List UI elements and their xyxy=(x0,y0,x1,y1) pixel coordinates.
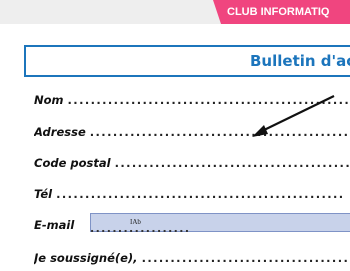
form-title: Bulletin d'ac xyxy=(250,52,350,70)
field-label-nom: Nom xyxy=(34,93,64,107)
field-label-tel: Tél xyxy=(34,187,53,201)
dotted-leader: ........................................… xyxy=(141,251,350,265)
field-row-je-soussigne: Je soussigné(e), .......................… xyxy=(34,249,350,267)
dotted-leader: ........................................… xyxy=(114,156,350,170)
club-tab: CLUB INFORMATIQ xyxy=(213,0,350,24)
field-label-je-soussigne: Je soussigné(e), xyxy=(34,251,138,265)
field-row-code-postal: Code postal ............................… xyxy=(34,154,350,172)
title-box: Bulletin d'ac xyxy=(24,45,350,77)
field-label-adresse: Adresse xyxy=(34,125,86,139)
dotted-leader: .................. xyxy=(90,222,191,235)
club-label: CLUB INFORMATIQ xyxy=(227,6,330,18)
field-label-code-postal: Code postal xyxy=(34,156,111,170)
field-row-tel: Tél ....................................… xyxy=(34,185,350,203)
arrow-icon xyxy=(252,95,335,137)
dotted-leader: ........................................… xyxy=(56,187,345,201)
field-label-email: E-mail xyxy=(34,218,75,232)
